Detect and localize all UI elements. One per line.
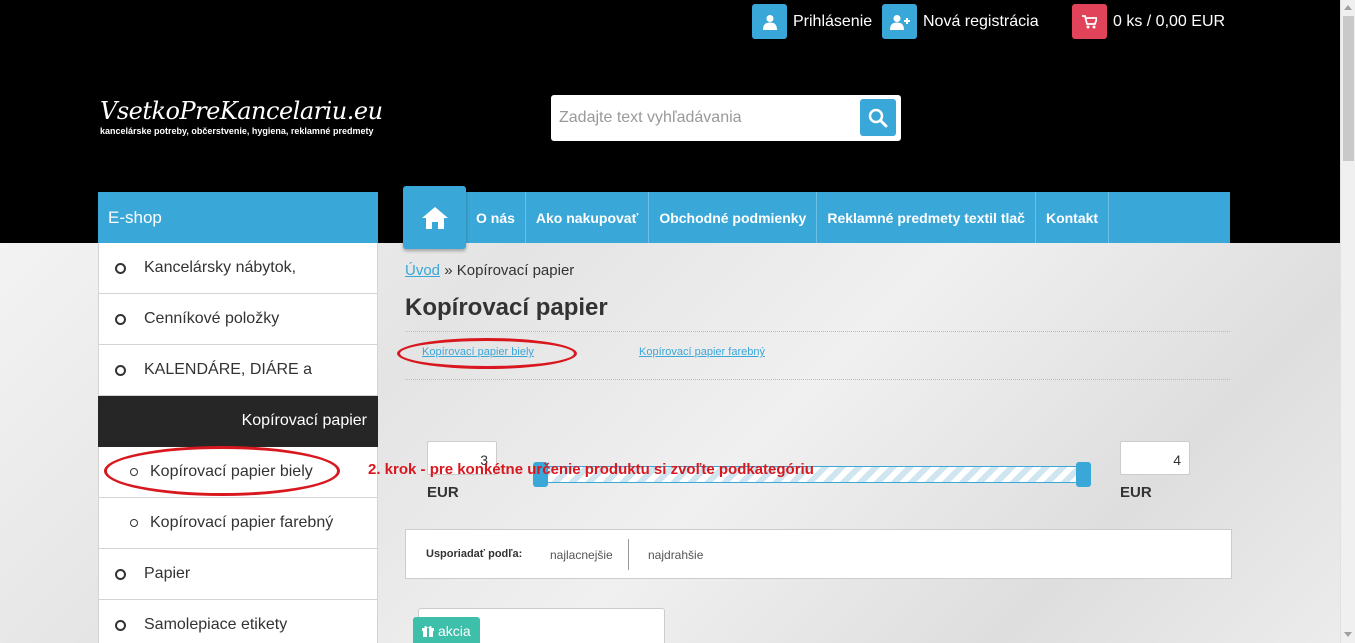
bullet-icon xyxy=(115,364,126,376)
logo-title: VsetkoPreKancelariu.eu xyxy=(100,97,383,125)
register-label: Nová registrácia xyxy=(923,12,1039,30)
price-max-currency: EUR xyxy=(1120,484,1152,501)
sidebar-item-kopirovaci-papier[interactable]: Kopírovací papier xyxy=(98,396,378,447)
sidebar-item-label: Papier xyxy=(144,565,191,582)
scrollbar-thumb[interactable] xyxy=(1343,16,1354,161)
main-nav: O nás Ako nakupovať Obchodné podmienky R… xyxy=(466,192,1230,243)
sort-option-cheapest[interactable]: najlacnejšie xyxy=(550,548,613,562)
nav-item-ako-nakupovat[interactable]: Ako nakupovať xyxy=(526,192,650,243)
nav-item-o-nas[interactable]: O nás xyxy=(466,192,526,243)
breadcrumb-home-link[interactable]: Úvod xyxy=(405,262,440,279)
annotation-ellipse-sidebar xyxy=(104,446,340,496)
cart-summary: 0 ks / 0,00 EUR xyxy=(1113,12,1226,30)
sidebar-item-samolepiace-etikety[interactable]: Samolepiace etikety xyxy=(98,600,378,643)
logo-subtitle: kancelárske potreby, občerstvenie, hygie… xyxy=(100,126,374,136)
price-min-currency: EUR xyxy=(427,484,459,501)
scroll-down-icon[interactable] xyxy=(1344,632,1352,637)
sidebar-subitem-farebny[interactable]: Kopírovací papier farebný xyxy=(98,498,378,549)
scroll-up-icon[interactable] xyxy=(1344,5,1352,10)
cart-link[interactable]: 0 ks / 0,00 EUR xyxy=(1072,4,1225,39)
scrollbar[interactable] xyxy=(1340,0,1355,643)
divider xyxy=(405,331,1230,332)
home-button[interactable] xyxy=(403,186,466,249)
search-icon xyxy=(868,108,888,127)
nav-item-reklamne-predmety[interactable]: Reklamné predmety textil tlač xyxy=(817,192,1036,243)
gift-icon xyxy=(422,626,434,637)
sidebar-item-kancelarsky-nabytok[interactable]: Kancelársky nábytok, xyxy=(98,243,378,294)
page-title: Kopírovací papier xyxy=(405,294,608,321)
sidebar-item-label: Cenníkové položky xyxy=(144,310,280,327)
sort-bar: Usporiadať podľa: najlacnejšie najdrahši… xyxy=(405,529,1232,579)
sort-separator xyxy=(628,539,629,570)
breadcrumb-separator: » xyxy=(444,262,453,279)
register-link[interactable]: Nová registrácia xyxy=(882,4,1039,39)
price-slider-max-handle[interactable] xyxy=(1076,462,1091,487)
divider xyxy=(405,379,1230,380)
sidebar-item-label: Kancelársky nábytok, xyxy=(144,259,297,276)
cart-icon xyxy=(1072,4,1107,39)
price-max-input[interactable]: 4 xyxy=(1120,441,1190,475)
sidebar-item-papier[interactable]: Papier xyxy=(98,549,378,600)
login-label: Prihlásenie xyxy=(793,12,873,30)
sidebar-item-label: Samolepiace etikety xyxy=(144,616,288,633)
bullet-icon xyxy=(115,568,126,580)
sidebar-item-cennikove-polozky[interactable]: Cenníkové položky xyxy=(98,294,378,345)
sort-option-most-expensive[interactable]: najdrahšie xyxy=(648,548,703,562)
nav-item-kontakt[interactable]: Kontakt xyxy=(1036,192,1110,243)
nav-item-obchodne-podmienky[interactable]: Obchodné podmienky xyxy=(649,192,818,243)
breadcrumb-current: Kopírovací papier xyxy=(456,262,575,279)
bullet-icon xyxy=(115,313,126,325)
eshop-heading: E-shop xyxy=(98,192,378,243)
sidebar-item-label: Kopírovací papier farebný xyxy=(150,514,334,531)
badge-label: akcia xyxy=(438,623,471,639)
search-button[interactable] xyxy=(860,99,896,136)
login-link[interactable]: Prihlásenie xyxy=(752,4,872,39)
search-box xyxy=(551,95,901,141)
sidebar-item-label: Kopírovací papier xyxy=(241,412,367,429)
sale-badge: akcia xyxy=(413,617,480,643)
annotation-ellipse-subcategory xyxy=(397,338,577,369)
site-logo[interactable]: VsetkoPreKancelariu.eu kancelárske potre… xyxy=(100,97,383,136)
bullet-icon xyxy=(130,519,138,527)
add-user-icon xyxy=(882,4,917,39)
bullet-icon xyxy=(115,262,126,274)
bullet-icon xyxy=(115,619,126,631)
sidebar-item-label: KALENDÁRE, DIÁRE a xyxy=(144,361,313,378)
breadcrumb: Úvod » Kopírovací papier xyxy=(405,262,574,279)
category-sidebar: Kancelársky nábytok, Cenníkové položky K… xyxy=(98,243,378,643)
subcategory-link-farebny[interactable]: Kopírovací papier farebný xyxy=(639,346,765,358)
home-icon xyxy=(421,206,448,229)
sidebar-item-kalendare[interactable]: KALENDÁRE, DIÁRE a xyxy=(98,345,378,396)
search-input[interactable] xyxy=(551,95,851,141)
annotation-text: 2. krok - pre konkétne určenie produktu … xyxy=(368,461,814,478)
user-icon xyxy=(752,4,787,39)
sort-label: Usporiadať podľa: xyxy=(426,548,523,560)
